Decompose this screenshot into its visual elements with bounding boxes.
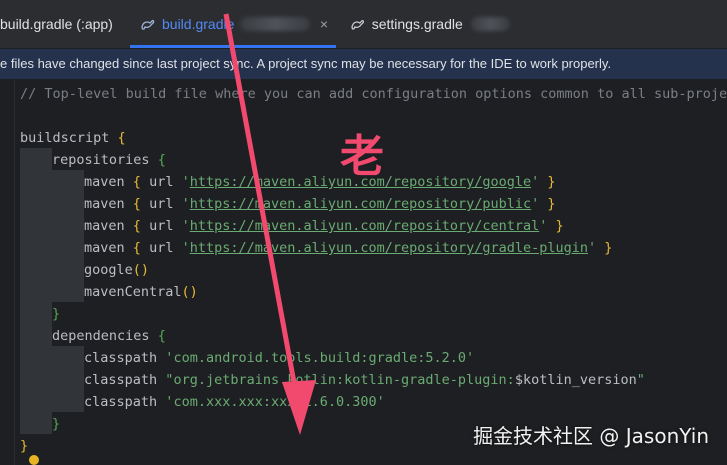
kw-classpath: classpath — [84, 372, 158, 388]
kw-buildscript: buildscript — [20, 130, 110, 146]
code-line: maven { url 'https://maven.aliyun.com/re… — [84, 196, 556, 212]
kw-classpath: classpath — [84, 350, 158, 366]
editor-gutter — [0, 80, 15, 465]
gradle-icon — [351, 20, 365, 30]
code-line: } — [20, 303, 727, 325]
kw-maven: maven — [84, 174, 125, 190]
code-line: classpath 'com.xxx.xxx:xxx:1.6.0.300' — [84, 394, 385, 410]
repo-url[interactable]: https://maven.aliyun.com/repository/publ… — [190, 196, 531, 212]
fn-google: google — [84, 262, 133, 278]
brace: { — [157, 328, 166, 344]
code-line: maven { url 'https://maven.aliyun.com/re… — [84, 218, 564, 234]
code-comment: // Top-level build file where you can ad… — [20, 86, 727, 102]
tab-settings-gradle[interactable]: settings.gradle — [340, 0, 510, 48]
close-tab-icon[interactable]: × — [320, 16, 328, 32]
tab-build-gradle-app[interactable]: build.gradle (:app) — [0, 0, 127, 48]
classpath-value: com.android.tools.build:gradle:5.2.0 — [173, 350, 467, 366]
brace: } — [20, 438, 29, 454]
tab-build-gradle-project[interactable]: build.gradle × — [130, 0, 336, 48]
brace: { — [132, 218, 141, 234]
kw-maven: maven — [84, 218, 125, 234]
watermark: 掘金技术社区 @ JasonYin — [473, 424, 709, 448]
kw-url: url — [149, 196, 174, 212]
code-line: google() — [20, 259, 727, 281]
brace: } — [547, 174, 556, 190]
kw-classpath: classpath — [84, 394, 158, 410]
brace: { — [117, 130, 126, 146]
kotlin-version-var: $kotlin_version — [514, 372, 637, 388]
code-line: classpath "org.jetbrains.kotlin:kotlin-g… — [84, 372, 645, 388]
classpath-value: org.jetbrains.kotlin:kotlin-gradle-plugi… — [173, 372, 515, 388]
gradle-icon — [141, 19, 155, 30]
brace: { — [157, 152, 166, 168]
parens: () — [132, 262, 150, 278]
kw-maven: maven — [84, 196, 125, 212]
active-tab-indicator — [130, 45, 336, 48]
tab-label: build.gradle (:app) — [0, 16, 113, 32]
brace: } — [52, 306, 61, 322]
fn-mavencentral: mavenCentral — [84, 284, 182, 300]
code-line: mavenCentral() — [20, 281, 727, 303]
brace: { — [132, 196, 141, 212]
redacted-text — [470, 17, 510, 31]
banner-text: e files have changed since last project … — [0, 56, 612, 71]
kw-dependencies: dependencies — [52, 328, 150, 344]
redacted-text — [240, 17, 311, 31]
repo-url[interactable]: https://maven.aliyun.com/repository/cent… — [190, 218, 540, 234]
brace: } — [555, 218, 564, 234]
code-line: dependencies { — [20, 325, 727, 347]
kw-repositories: repositories — [52, 152, 150, 168]
tab-label: settings.gradle — [371, 16, 463, 32]
classpath-value: com.xxx.xxx:xxx:1.6.0.300 — [173, 394, 377, 410]
kw-url: url — [149, 218, 174, 234]
code-line: maven { url 'https://maven.aliyun.com/re… — [84, 240, 613, 256]
kw-url: url — [149, 174, 174, 190]
brace: } — [547, 196, 556, 212]
repo-url[interactable]: https://maven.aliyun.com/repository/grad… — [190, 240, 588, 256]
tab-label: build.gradle — [162, 16, 235, 32]
code-line: classpath 'com.android.tools.build:gradl… — [84, 350, 475, 366]
brace: { — [132, 240, 141, 256]
brace: { — [132, 174, 141, 190]
sync-notification-banner: e files have changed since last project … — [0, 49, 727, 80]
brace: } — [52, 416, 61, 432]
editor-tab-bar: build.gradle (:app) build.gradle × setti… — [0, 0, 727, 49]
annotation-character: 老 — [340, 131, 384, 182]
kw-maven: maven — [84, 240, 125, 256]
kw-url: url — [149, 240, 174, 256]
parens: () — [181, 284, 198, 300]
brace: } — [604, 240, 613, 256]
intention-bulb-icon[interactable] — [29, 455, 39, 465]
